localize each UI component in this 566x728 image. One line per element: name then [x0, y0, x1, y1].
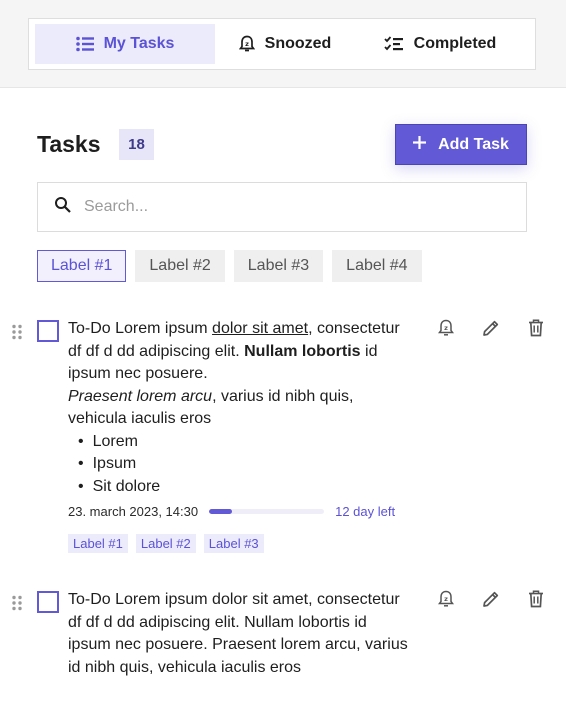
tab-label: Completed [413, 35, 497, 52]
progress-fill [209, 509, 233, 514]
svg-text:z: z [444, 324, 448, 332]
search-input[interactable] [84, 198, 484, 216]
task-count-badge: 18 [119, 129, 154, 160]
task-text-bold: Nullam lobortis [244, 342, 361, 360]
checklist-icon [384, 36, 404, 52]
days-left: 12 day left [335, 504, 396, 519]
search-box [37, 182, 527, 232]
alarm-icon: z [238, 35, 255, 53]
task-labels: Label #1 Label #2 Label #3 [68, 534, 264, 553]
snooze-alarm-icon[interactable]: z [436, 589, 456, 609]
drag-handle-icon[interactable] [11, 595, 23, 611]
tab-label: My Tasks [103, 35, 175, 52]
tab-label: Snoozed [264, 35, 332, 52]
label-filters: Label #1 Label #2 Label #3 Label #4 [37, 250, 422, 282]
label-filter-2[interactable]: Label #2 [135, 250, 225, 282]
svg-text:z: z [245, 40, 249, 48]
tab-completed[interactable]: Completed [355, 24, 525, 64]
task-description: To-Do Lorem ipsum dolor sit amet, consec… [68, 591, 408, 676]
task-bullet-list: Lorem Ipsum Sit dolore [68, 431, 413, 499]
drag-handle-icon[interactable] [11, 324, 23, 340]
tasks-panel: Tasks 18 Add Task Label #1 Label #2 Labe… [0, 88, 566, 728]
progress-bar [209, 509, 325, 514]
tab-my-tasks[interactable]: My Tasks [35, 24, 215, 64]
list-item: Ipsum [78, 453, 413, 476]
task-label-tag[interactable]: Label #2 [135, 534, 196, 553]
svg-text:z: z [444, 595, 448, 603]
task-item: To-Do Lorem ipsum dolor sit amet, consec… [0, 589, 566, 709]
task-description: To-Do Lorem ipsum dolor sit amet, consec… [68, 318, 413, 498]
task-actions: z [436, 589, 546, 609]
task-text-underlined: dolor sit amet [212, 320, 309, 337]
label-filter-3[interactable]: Label #3 [233, 250, 324, 282]
add-task-button[interactable]: Add Task [395, 124, 527, 165]
task-checkbox[interactable] [37, 320, 59, 342]
list-item: Sit dolore [78, 476, 413, 499]
add-task-label: Add Task [438, 135, 509, 153]
view-tabs: My Tasks z Snoozed Completed [28, 18, 536, 70]
edit-pencil-icon[interactable] [481, 589, 501, 609]
task-actions: z [436, 318, 546, 338]
delete-trash-icon[interactable] [526, 318, 546, 338]
task-text-italic: Praesent lorem arcu [68, 387, 213, 405]
snooze-alarm-icon[interactable]: z [436, 318, 456, 338]
search-icon [54, 196, 72, 219]
task-checkbox[interactable] [37, 591, 59, 613]
task-label-tag[interactable]: Label #3 [203, 534, 264, 553]
label-filter-4[interactable]: Label #4 [332, 250, 422, 282]
list-icon [75, 36, 94, 52]
plus-icon [413, 135, 427, 154]
page-title: Tasks [37, 131, 101, 157]
tab-snoozed[interactable]: z Snoozed [215, 24, 355, 64]
task-text-segment: To-Do Lorem ipsum [68, 320, 213, 337]
delete-trash-icon[interactable] [526, 589, 546, 609]
task-item: To-Do Lorem ipsum dolor sit amet, consec… [0, 318, 566, 558]
task-paragraph: To-Do Lorem ipsum dolor sit amet, consec… [68, 318, 413, 431]
label-filter-1[interactable]: Label #1 [37, 250, 127, 282]
list-item: Lorem [78, 431, 413, 454]
top-bar: My Tasks z Snoozed Completed [0, 0, 566, 88]
task-meta: 23. march 2023, 14:30 12 day left [68, 504, 395, 519]
edit-pencil-icon[interactable] [481, 318, 501, 338]
due-date: 23. march 2023, 14:30 [68, 504, 199, 519]
task-label-tag[interactable]: Label #1 [68, 534, 128, 553]
